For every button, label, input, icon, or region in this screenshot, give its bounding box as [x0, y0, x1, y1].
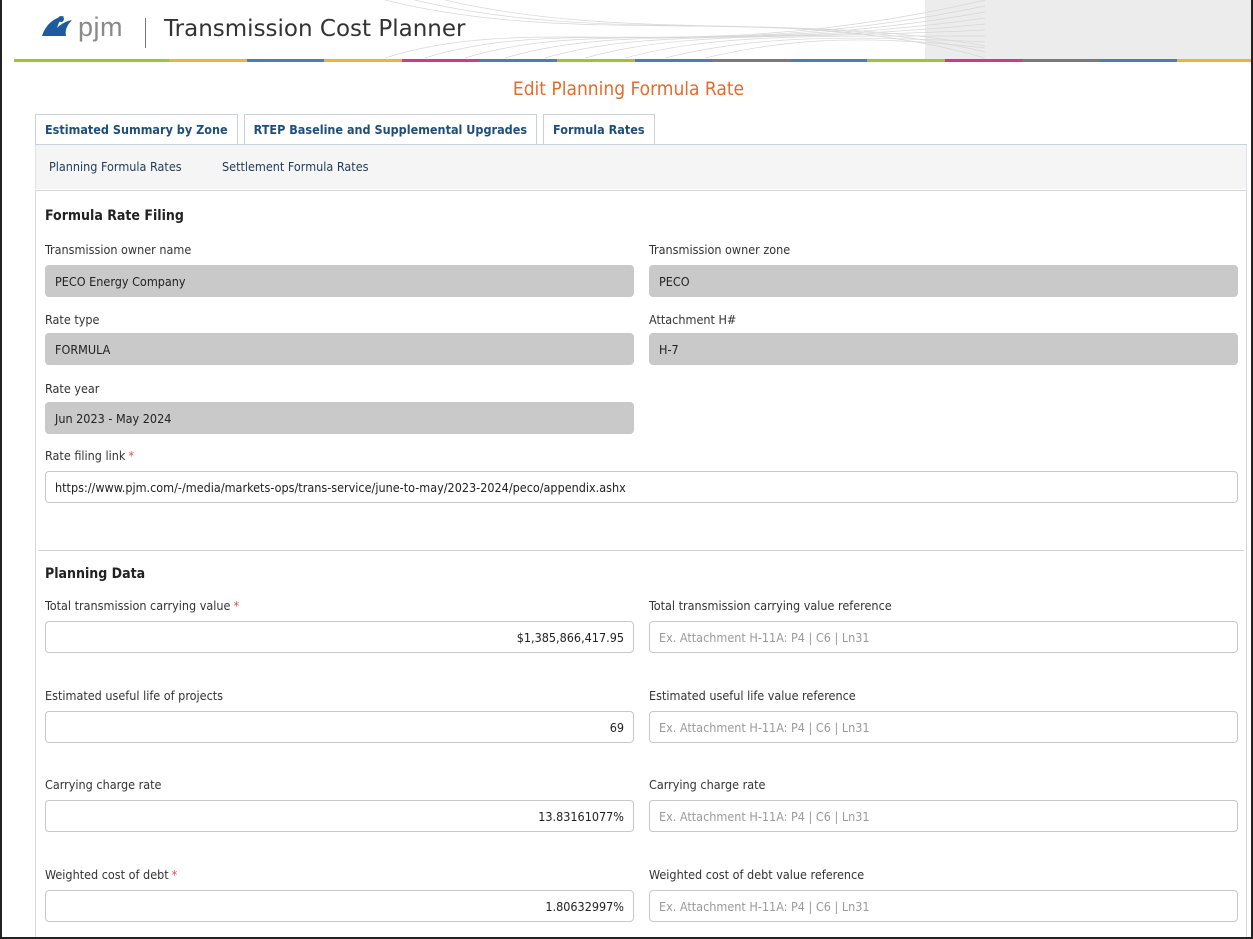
rate-filing-link-input[interactable]: https://www.pjm.com/-/media/markets-ops/…: [45, 471, 1238, 503]
weighted-cost-of-debt-input[interactable]: 1.80632997%: [45, 890, 634, 922]
owner-zone-label: Transmission owner zone: [649, 242, 791, 257]
owner-name-label: Transmission owner name: [45, 242, 192, 257]
color-bar-segment: [401, 59, 480, 62]
carrying-charge-rate-ref-input[interactable]: Ex. Attachment H-11A: P4 | C6 | Ln31: [649, 800, 1238, 832]
useful-life-label: Estimated useful life of projects: [45, 688, 224, 703]
logo-text: pjm: [78, 12, 124, 42]
owner-zone-field: PECO: [649, 265, 1238, 297]
color-bar-segment: [867, 59, 945, 62]
weighted-cost-of-debt-label: Weighted cost of debt *: [45, 867, 178, 882]
carrying-charge-rate-input[interactable]: 13.83161077%: [45, 800, 634, 832]
total-carrying-value-ref-input[interactable]: Ex. Attachment H-11A: P4 | C6 | Ln31: [649, 621, 1238, 653]
app-window: pjm Transmission Cost Planner Edit Plann…: [0, 0, 1253, 939]
formula-rate-filing-title: Formula Rate Filing: [45, 208, 184, 224]
sub-navigation: Planning Formula Rates Settlement Formul…: [35, 145, 1247, 189]
decorative-wave-lines: [385, 0, 985, 58]
tab-formula-rates[interactable]: Formula Rates: [543, 114, 655, 144]
weighted-cost-of-debt-ref-label: Weighted cost of debt value reference: [649, 867, 865, 882]
color-bar-segment: [169, 59, 247, 62]
rate-year-field: Jun 2023 - May 2024: [45, 402, 634, 434]
color-bar-segment: [324, 59, 402, 62]
total-carrying-value-input[interactable]: $1,385,866,417.95: [45, 621, 634, 653]
subnav-settlement-formula-rates[interactable]: Settlement Formula Rates: [222, 159, 369, 174]
carrying-charge-rate-label: Carrying charge rate: [45, 777, 162, 792]
total-carrying-value-label: Total transmission carrying value *: [45, 598, 240, 613]
rate-year-label: Rate year: [45, 381, 100, 396]
edit-form-panel: Formula Rate Filing Transmission owner n…: [35, 190, 1247, 937]
app-title: Transmission Cost Planner: [164, 16, 466, 42]
subnav-planning-formula-rates[interactable]: Planning Formula Rates: [49, 159, 182, 174]
app-header: pjm Transmission Cost Planner: [2, 0, 1251, 62]
color-bar-segment: [556, 59, 635, 62]
attachment-label: Attachment H#: [649, 312, 737, 327]
color-bar-segment: [634, 59, 713, 62]
required-marker: *: [171, 867, 178, 882]
color-bar-segment: [91, 59, 170, 62]
required-marker: *: [233, 598, 240, 613]
useful-life-ref-input[interactable]: Ex. Attachment H-11A: P4 | C6 | Ln31: [649, 711, 1238, 743]
header-separator: [145, 18, 146, 48]
total-carrying-value-ref-label: Total transmission carrying value refere…: [649, 598, 892, 613]
rate-filing-link-label: Rate filing link *: [45, 448, 135, 463]
color-bar-segment: [1177, 59, 1251, 62]
tab-estimated-summary-by-zone[interactable]: Estimated Summary by Zone: [35, 114, 238, 144]
color-bar-segment: [1022, 59, 1100, 62]
rate-type-field: FORMULA: [45, 333, 634, 365]
weighted-cost-of-debt-ref-input[interactable]: Ex. Attachment H-11A: P4 | C6 | Ln31: [649, 890, 1238, 922]
pjm-logo[interactable]: pjm: [40, 12, 124, 42]
color-bar-segment: [1099, 59, 1178, 62]
header-color-bar: [14, 59, 1251, 62]
color-bar-segment: [246, 59, 325, 62]
owner-name-field: PECO Energy Company: [45, 265, 634, 297]
page-title: Edit Planning Formula Rate: [512, 78, 745, 100]
carrying-charge-rate-ref-label: Carrying charge rate: [649, 777, 766, 792]
section-divider: [38, 550, 1244, 551]
color-bar-segment: [789, 59, 868, 62]
planning-data-title: Planning Data: [45, 566, 146, 582]
rate-type-label: Rate type: [45, 312, 100, 327]
required-marker: *: [128, 448, 135, 463]
attachment-field: H-7: [649, 333, 1238, 365]
useful-life-input[interactable]: 69: [45, 711, 634, 743]
useful-life-ref-label: Estimated useful life value reference: [649, 688, 856, 703]
main-tabs: Estimated Summary by Zone RTEP Baseline …: [35, 114, 655, 144]
color-bar-segment: [14, 59, 92, 62]
color-bar-segment: [479, 59, 557, 62]
color-bar-segment: [944, 59, 1023, 62]
color-bar-segment: [712, 59, 790, 62]
pjm-logo-icon: [42, 16, 72, 36]
tab-rtep-baseline-upgrades[interactable]: RTEP Baseline and Supplemental Upgrades: [243, 114, 538, 144]
